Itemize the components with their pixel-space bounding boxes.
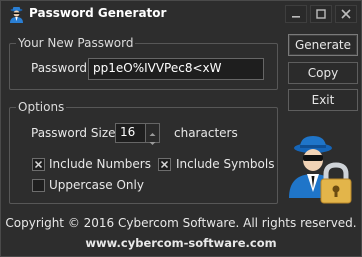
generate-button[interactable]: Generate: [288, 34, 358, 56]
include-symbols-label[interactable]: Include Symbols: [176, 157, 274, 171]
exit-button[interactable]: Exit: [288, 89, 358, 111]
checkmark-x-icon: [34, 160, 43, 169]
include-symbols-checkbox[interactable]: [158, 158, 171, 171]
spy-agent-icon: [8, 6, 25, 23]
maximize-button[interactable]: [310, 5, 332, 23]
password-size-spinner[interactable]: [145, 123, 160, 145]
password-size-label: Password Size:: [31, 126, 120, 140]
password-generator-window: Password Generator Your New Password Pas…: [0, 0, 362, 257]
copy-button[interactable]: Copy: [288, 62, 358, 84]
spin-up-button[interactable]: [146, 124, 159, 136]
new-password-group-title: Your New Password: [16, 36, 136, 50]
password-output-field[interactable]: pp1eO%IVVPec8<xW: [88, 58, 264, 80]
uppercase-only-checkbox[interactable]: [32, 179, 45, 192]
spin-down-button[interactable]: [146, 133, 159, 145]
options-group-title: Options: [16, 100, 67, 114]
maximize-icon: [316, 9, 326, 19]
website-link[interactable]: www.cybercom-software.com: [1, 236, 361, 250]
minimize-icon: [292, 16, 300, 18]
checkmark-x-icon: [160, 160, 169, 169]
agent-with-padlock-icon: [289, 136, 352, 204]
minimize-button[interactable]: [285, 5, 307, 23]
password-label: Password:: [31, 61, 92, 75]
include-numbers-label[interactable]: Include Numbers: [49, 157, 151, 171]
chevron-down-icon: [149, 142, 156, 145]
close-icon: [341, 9, 351, 19]
size-unit-label: characters: [174, 126, 238, 140]
uppercase-only-label[interactable]: Uppercase Only: [49, 178, 144, 192]
password-size-input[interactable]: 16: [115, 123, 146, 143]
close-button[interactable]: [335, 5, 357, 23]
include-numbers-checkbox[interactable]: [32, 158, 45, 171]
copyright-text: Copyright © 2016 Cybercom Software. All …: [5, 216, 357, 230]
window-title: Password Generator: [29, 6, 167, 20]
title-bar[interactable]: Password Generator: [1, 1, 361, 28]
